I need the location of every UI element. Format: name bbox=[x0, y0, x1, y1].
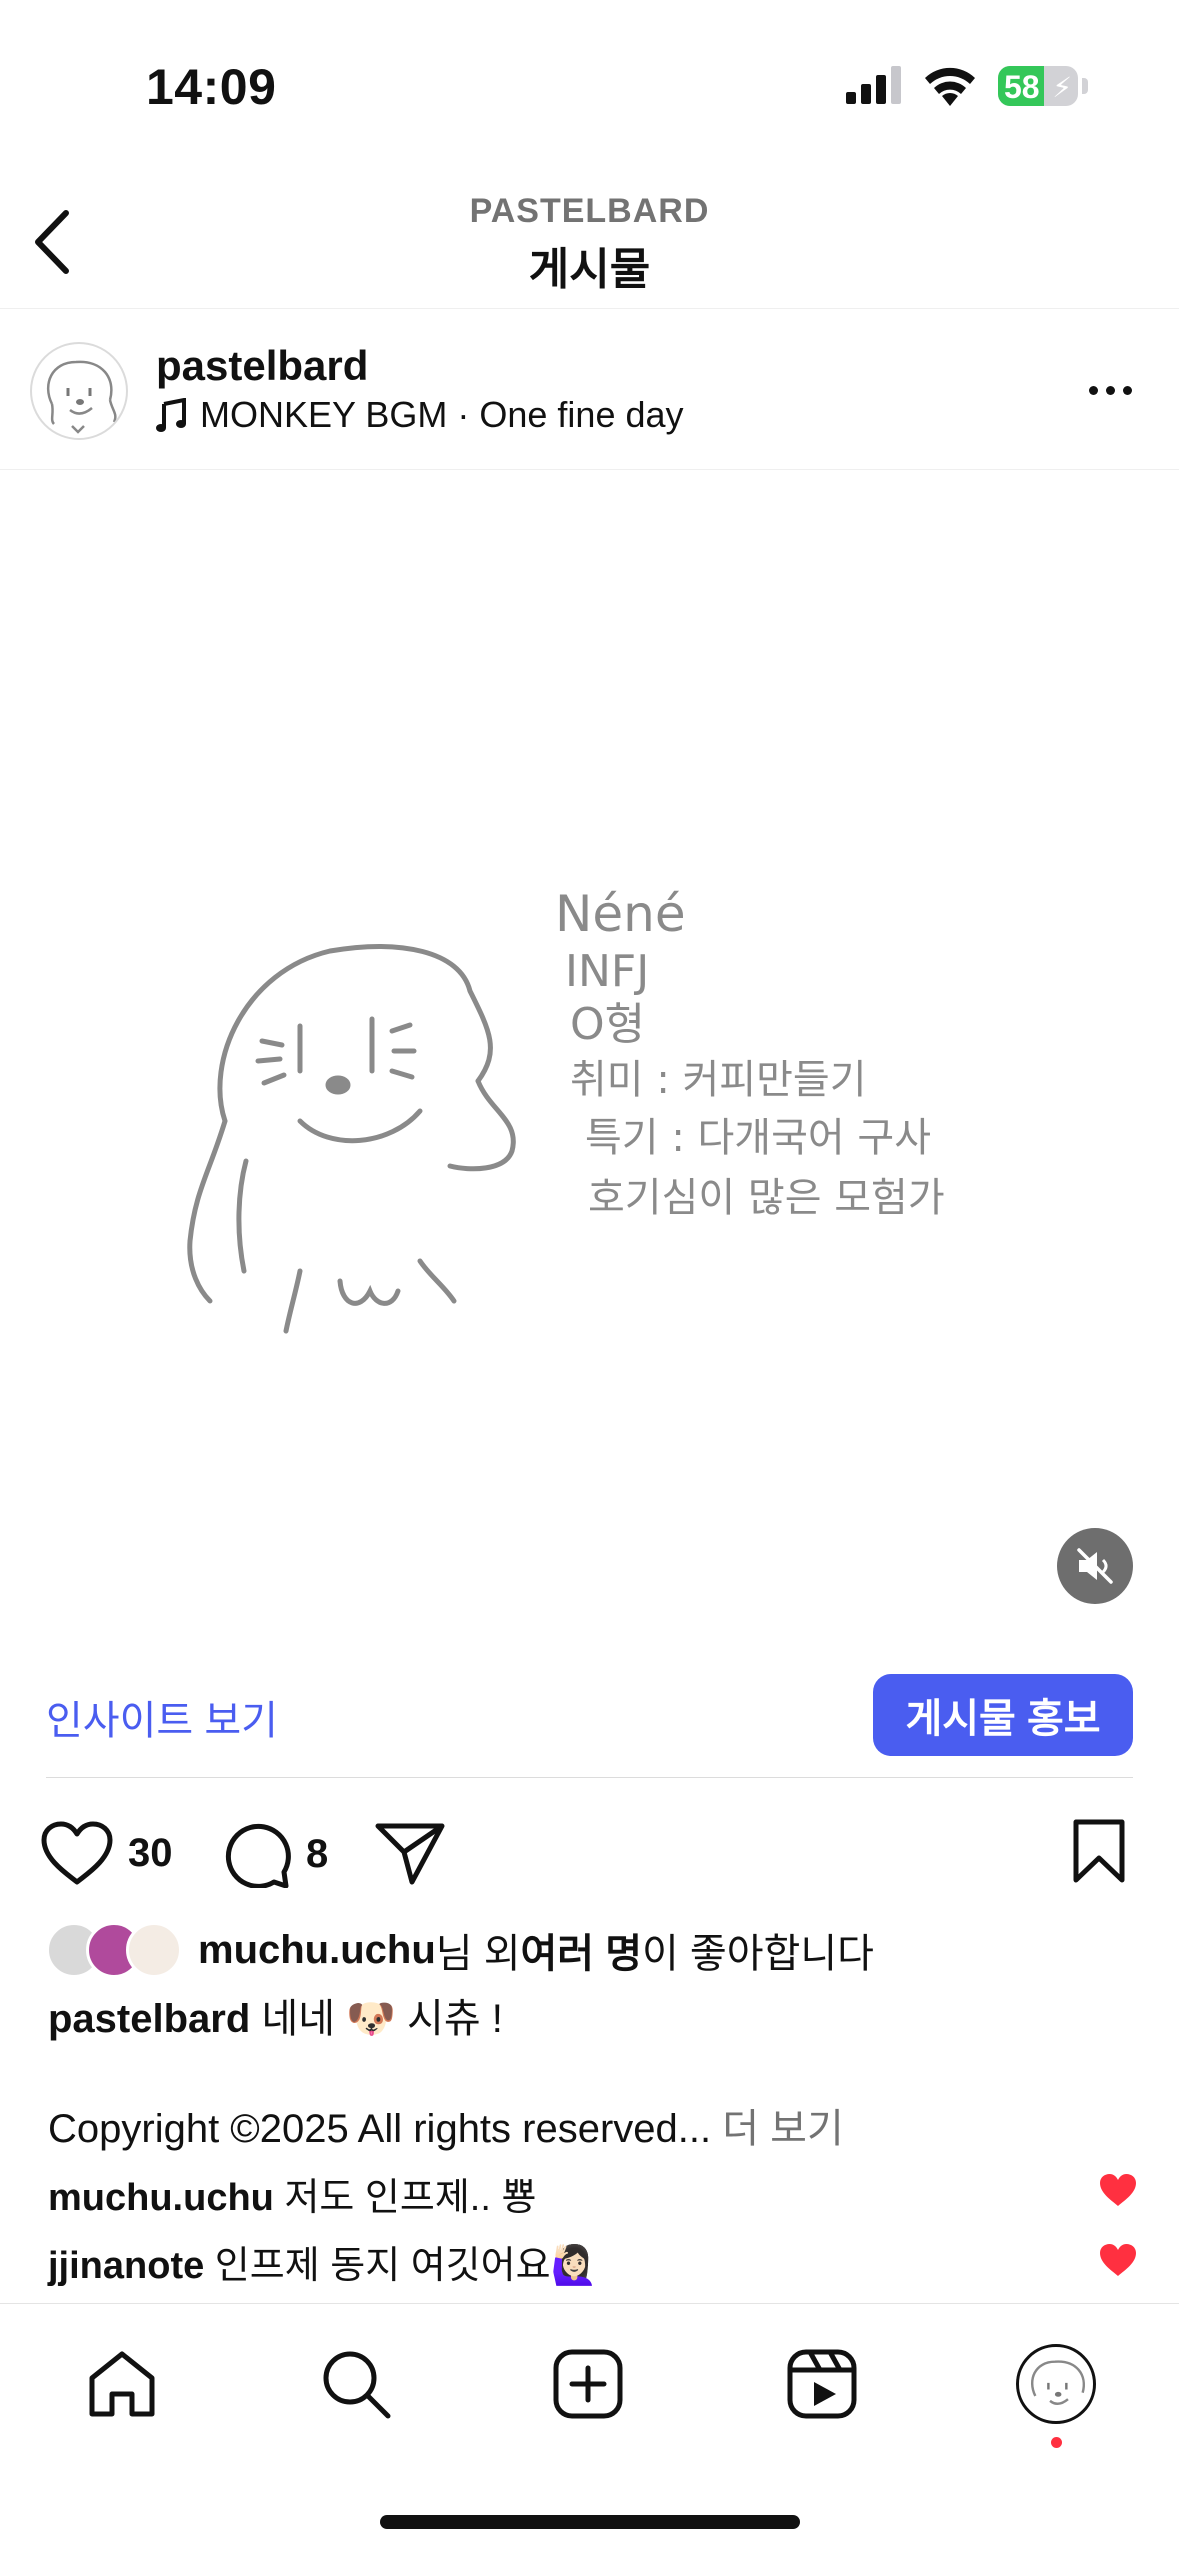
share-button[interactable] bbox=[374, 1820, 446, 1886]
tab-create[interactable] bbox=[548, 2344, 628, 2424]
comment-liked-heart-icon[interactable] bbox=[1098, 2242, 1138, 2278]
drawing-hobby-text: 취미 : 커피만들기 bbox=[570, 1057, 867, 1103]
comment-button[interactable]: 8 bbox=[222, 1820, 328, 1888]
home-indicator bbox=[380, 2515, 800, 2529]
header-account-name: PASTELBARD bbox=[469, 192, 710, 230]
comment-username[interactable]: jjinanote bbox=[48, 2245, 204, 2287]
caption-copyright: Copyright ©2025 All rights reserved... 더… bbox=[48, 2096, 844, 2154]
wifi-icon bbox=[925, 67, 975, 106]
more-dot-icon bbox=[1088, 385, 1098, 395]
avatar bbox=[126, 1922, 182, 1978]
like-button[interactable]: 30 bbox=[40, 1820, 173, 1886]
comment-item: muchu.uchu 저도 인프제.. 뿅 bbox=[48, 2166, 536, 2221]
more-options-button[interactable] bbox=[1080, 370, 1140, 410]
drawing-name-text: Néné bbox=[555, 885, 686, 943]
tab-profile[interactable] bbox=[1016, 2344, 1096, 2424]
promote-post-button[interactable]: 게시물 홍보 bbox=[873, 1674, 1133, 1756]
liked-by-avatars bbox=[46, 1922, 186, 1978]
caption-text: 네네 🐶 시츄 ! bbox=[261, 1997, 503, 2041]
music-note-icon bbox=[156, 398, 186, 432]
more-dot-icon bbox=[1122, 385, 1132, 395]
like-count: 30 bbox=[128, 1830, 173, 1875]
post-header: pastelbard MONKEY BGM · One fine day bbox=[0, 310, 1179, 470]
tab-home[interactable] bbox=[82, 2344, 162, 2424]
reels-icon bbox=[787, 2349, 857, 2419]
drawing-bloodtype-text: O형 bbox=[570, 999, 645, 1050]
cellular-signal-icon bbox=[846, 66, 901, 104]
drawing-mbti-text: INFJ bbox=[565, 946, 649, 997]
comment-liked-heart-icon[interactable] bbox=[1098, 2172, 1138, 2208]
dog-sketch-avatar-icon bbox=[46, 360, 117, 434]
post-caption: pastelbard 네네 🐶 시츄 ! bbox=[48, 1986, 503, 2044]
liked-by-many[interactable]: 여러 명 bbox=[521, 1921, 643, 1979]
action-bar: 30 8 bbox=[0, 1812, 1179, 1892]
profile-avatar-icon bbox=[1030, 2360, 1085, 2405]
comment-bubble-icon bbox=[225, 1823, 291, 1888]
more-dot-icon bbox=[1105, 385, 1115, 395]
heart-icon bbox=[41, 1821, 113, 1885]
drawing-trait-text: 호기심이 많은 모험가 bbox=[588, 1175, 945, 1221]
drawing-skill-text: 특기 : 다개국어 구사 bbox=[585, 1115, 931, 1161]
liked-by-end: 이 좋아합니다 bbox=[642, 1932, 874, 1976]
profile-notification-dot bbox=[1051, 2437, 1062, 2448]
avatar[interactable] bbox=[30, 342, 128, 440]
music-track[interactable]: MONKEY BGM · One fine day bbox=[156, 394, 684, 436]
top-nav-bar: PASTELBARD 게시물 bbox=[0, 175, 1179, 309]
post-media[interactable]: Néné INFJ O형 취미 : 커피만들기 특기 : 다개국어 구사 호기심… bbox=[0, 471, 1179, 1651]
copyright-text: Copyright ©2025 All rights reserved... bbox=[48, 2107, 723, 2151]
save-bookmark-button[interactable] bbox=[1070, 1818, 1128, 1884]
bookmark-icon bbox=[1073, 1819, 1125, 1883]
liked-by-user[interactable]: muchu.uchu bbox=[198, 1928, 436, 1973]
speaker-muted-icon bbox=[1077, 1548, 1113, 1584]
insight-row: 인사이트 보기 게시물 홍보 bbox=[46, 1672, 1133, 1778]
dog-sketch-image: Néné INFJ O형 취미 : 커피만들기 특기 : 다개국어 구사 호기심… bbox=[187, 885, 945, 1334]
tab-search[interactable] bbox=[316, 2344, 396, 2424]
send-paper-plane-icon bbox=[375, 1823, 445, 1885]
comment-text: 저도 인프제.. 뿅 bbox=[284, 2177, 537, 2219]
liked-by-mid: 님 외 bbox=[435, 1932, 521, 1976]
comment-count: 8 bbox=[306, 1831, 329, 1876]
page-title: 게시물 bbox=[528, 245, 651, 294]
battery-percent: 58 bbox=[1004, 69, 1040, 105]
music-track-label: MONKEY BGM · One fine day bbox=[200, 394, 684, 435]
charging-bolt-icon: ⚡ bbox=[1052, 72, 1072, 103]
see-more-link[interactable]: 더 보기 bbox=[722, 2107, 844, 2151]
tab-reels[interactable] bbox=[782, 2344, 862, 2424]
comment-item: jjinanote 인프제 동지 여깃어요🙋🏻‍♀️ bbox=[48, 2234, 598, 2289]
post-username[interactable]: pastelbard bbox=[156, 342, 368, 390]
status-time: 14:09 bbox=[146, 59, 277, 115]
home-icon bbox=[89, 2351, 155, 2417]
status-bar: 14:09 58 ⚡ bbox=[0, 0, 1179, 175]
comment-username[interactable]: muchu.uchu bbox=[48, 2177, 274, 2219]
mute-toggle-button[interactable] bbox=[1057, 1528, 1133, 1604]
search-icon bbox=[323, 2351, 391, 2419]
comment-text: 인프제 동지 여깃어요🙋🏻‍♀️ bbox=[214, 2245, 598, 2287]
liked-by-line[interactable]: muchu.uchu 님 외 여러 명이 좋아합니다 bbox=[46, 1920, 874, 1980]
battery-tip bbox=[1082, 78, 1088, 94]
add-post-icon bbox=[553, 2349, 623, 2419]
caption-username[interactable]: pastelbard bbox=[48, 1997, 250, 2041]
view-insights-link[interactable]: 인사이트 보기 bbox=[46, 1688, 278, 1746]
battery-icon: 58 ⚡ bbox=[998, 66, 1078, 106]
